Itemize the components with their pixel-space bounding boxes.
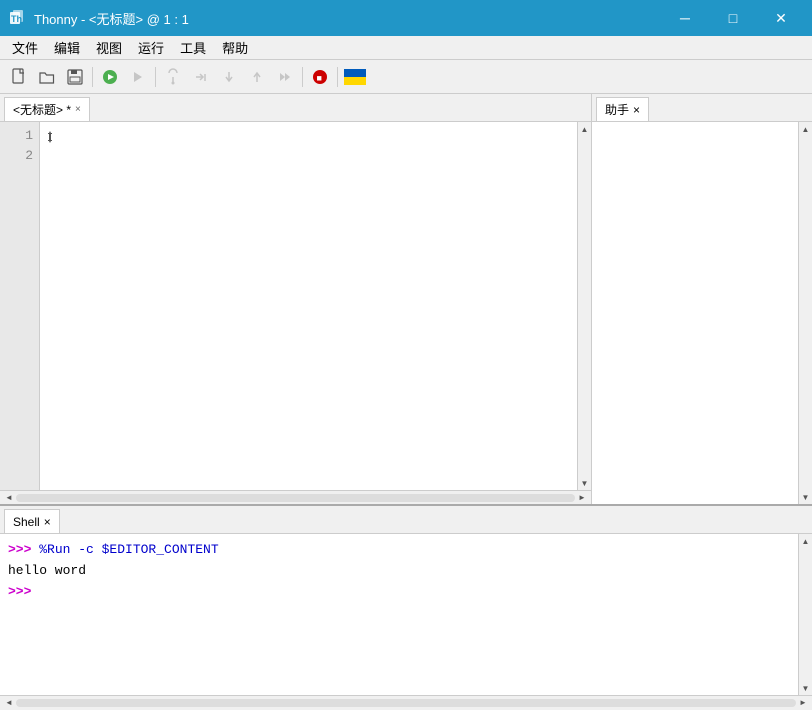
window-controls: ─ □ ✕ xyxy=(662,4,804,32)
step-into-button[interactable] xyxy=(216,64,242,90)
editor-tab-untitled[interactable]: <无标题> * × xyxy=(4,97,90,121)
main-area: <无标题> * × 1 2 ▲ xyxy=(0,94,812,709)
shell-tab-label: Shell xyxy=(13,515,40,529)
editor-tab-label: <无标题> * xyxy=(13,101,71,118)
shell-line-1: >>> %Run -c $EDITOR_CONTENT xyxy=(8,540,804,561)
shell-hscroll-left[interactable]: ◄ xyxy=(2,696,16,710)
close-button[interactable]: ✕ xyxy=(758,4,804,32)
line-number-1: 1 xyxy=(0,126,39,146)
assistant-vscroll-up[interactable]: ▲ xyxy=(799,122,812,136)
editor-hscroll-track xyxy=(16,494,575,502)
assistant-body: ▲ ▼ xyxy=(592,122,812,504)
resume-button[interactable] xyxy=(272,64,298,90)
shell-vscroll-down[interactable]: ▼ xyxy=(799,681,812,695)
menu-item-编辑[interactable]: 编辑 xyxy=(46,36,88,59)
shell-line-3: >>> xyxy=(8,582,804,603)
assistant-vscroll-down[interactable]: ▼ xyxy=(799,490,812,504)
code-area: 1 2 ▲ ▼ xyxy=(0,122,591,490)
shell-hscroll[interactable]: ◄ ► xyxy=(0,695,812,709)
new-button[interactable] xyxy=(6,64,32,90)
svg-text:Th: Th xyxy=(11,14,22,24)
shell-tab-close[interactable]: × xyxy=(44,515,51,529)
editor-vscroll[interactable]: ▲ ▼ xyxy=(577,122,591,490)
assistant-tab-close[interactable]: × xyxy=(633,103,640,117)
ukraine-flag-button[interactable] xyxy=(342,64,368,90)
editor-vscroll-down[interactable]: ▼ xyxy=(578,476,592,490)
toolbar: ■ xyxy=(0,60,812,94)
editor-area: <无标题> * × 1 2 ▲ xyxy=(0,94,812,504)
assistant-vscroll[interactable]: ▲ ▼ xyxy=(798,122,812,504)
shell-prompt-1: >>> xyxy=(8,542,39,557)
editor-tab-close[interactable]: × xyxy=(75,104,81,115)
line-numbers: 1 2 xyxy=(0,122,40,490)
shell-prompt-2: >>> xyxy=(8,584,31,599)
run-module-button[interactable] xyxy=(125,64,151,90)
shell-output-1: hello word xyxy=(8,561,804,582)
assistant-tab[interactable]: 助手 × xyxy=(596,97,649,121)
shell-hscroll-track xyxy=(16,699,796,707)
app-icon: Th xyxy=(8,8,28,28)
menu-item-文件[interactable]: 文件 xyxy=(4,36,46,59)
step-out-button[interactable] xyxy=(244,64,270,90)
shell-area: Shell × >>> %Run -c $EDITOR_CONTENT hell… xyxy=(0,504,812,709)
step-over-button[interactable] xyxy=(188,64,214,90)
debug-button[interactable] xyxy=(160,64,186,90)
stop-button[interactable]: ■ xyxy=(307,64,333,90)
editor-hscroll[interactable]: ◄ ► xyxy=(0,490,591,504)
shell-tab[interactable]: Shell × xyxy=(4,509,60,533)
menu-item-工具[interactable]: 工具 xyxy=(172,36,214,59)
save-button[interactable] xyxy=(62,64,88,90)
shell-body: >>> %Run -c $EDITOR_CONTENT hello word >… xyxy=(0,534,812,695)
assistant-tab-label: 助手 xyxy=(605,101,629,118)
ukraine-flag-icon xyxy=(344,69,366,85)
toolbar-separator-4 xyxy=(337,67,338,87)
title-left: Th Thonny - <无标题> @ 1 : 1 xyxy=(8,8,189,28)
shell-vscroll[interactable]: ▲ ▼ xyxy=(798,534,812,695)
code-content[interactable] xyxy=(40,122,591,490)
shell-cmd-1: %Run -c $EDITOR_CONTENT xyxy=(39,542,218,557)
shell-tabs: Shell × xyxy=(0,506,812,534)
toolbar-separator-1 xyxy=(92,67,93,87)
toolbar-separator-3 xyxy=(302,67,303,87)
menu-item-帮助[interactable]: 帮助 xyxy=(214,36,256,59)
assistant-panel: 助手 × ▲ ▼ xyxy=(592,94,812,504)
line-number-2: 2 xyxy=(0,146,39,166)
editor-tabs: <无标题> * × xyxy=(0,94,591,122)
maximize-button[interactable]: □ xyxy=(710,4,756,32)
editor-hscroll-right[interactable]: ► xyxy=(575,491,589,505)
open-button[interactable] xyxy=(34,64,60,90)
title-text: Thonny - <无标题> @ 1 : 1 xyxy=(34,9,189,28)
editor-hscroll-left[interactable]: ◄ xyxy=(2,491,16,505)
shell-line-2: hello word xyxy=(8,561,804,582)
shell-hscroll-right[interactable]: ► xyxy=(796,696,810,710)
menu-item-运行[interactable]: 运行 xyxy=(130,36,172,59)
shell-content[interactable]: >>> %Run -c $EDITOR_CONTENT hello word >… xyxy=(0,534,812,695)
toolbar-separator-2 xyxy=(155,67,156,87)
editor-vscroll-up[interactable]: ▲ xyxy=(578,122,592,136)
menu-bar: 文件编辑视图运行工具帮助 xyxy=(0,36,812,60)
assistant-tabs: 助手 × xyxy=(592,94,812,122)
menu-item-视图[interactable]: 视图 xyxy=(88,36,130,59)
svg-text:■: ■ xyxy=(317,73,322,83)
title-bar: Th Thonny - <无标题> @ 1 : 1 ─ □ ✕ xyxy=(0,0,812,36)
cursor-indicator xyxy=(46,128,54,143)
shell-vscroll-up[interactable]: ▲ xyxy=(799,534,812,548)
editor-panel: <无标题> * × 1 2 ▲ xyxy=(0,94,592,504)
run-button[interactable] xyxy=(97,64,123,90)
minimize-button[interactable]: ─ xyxy=(662,4,708,32)
